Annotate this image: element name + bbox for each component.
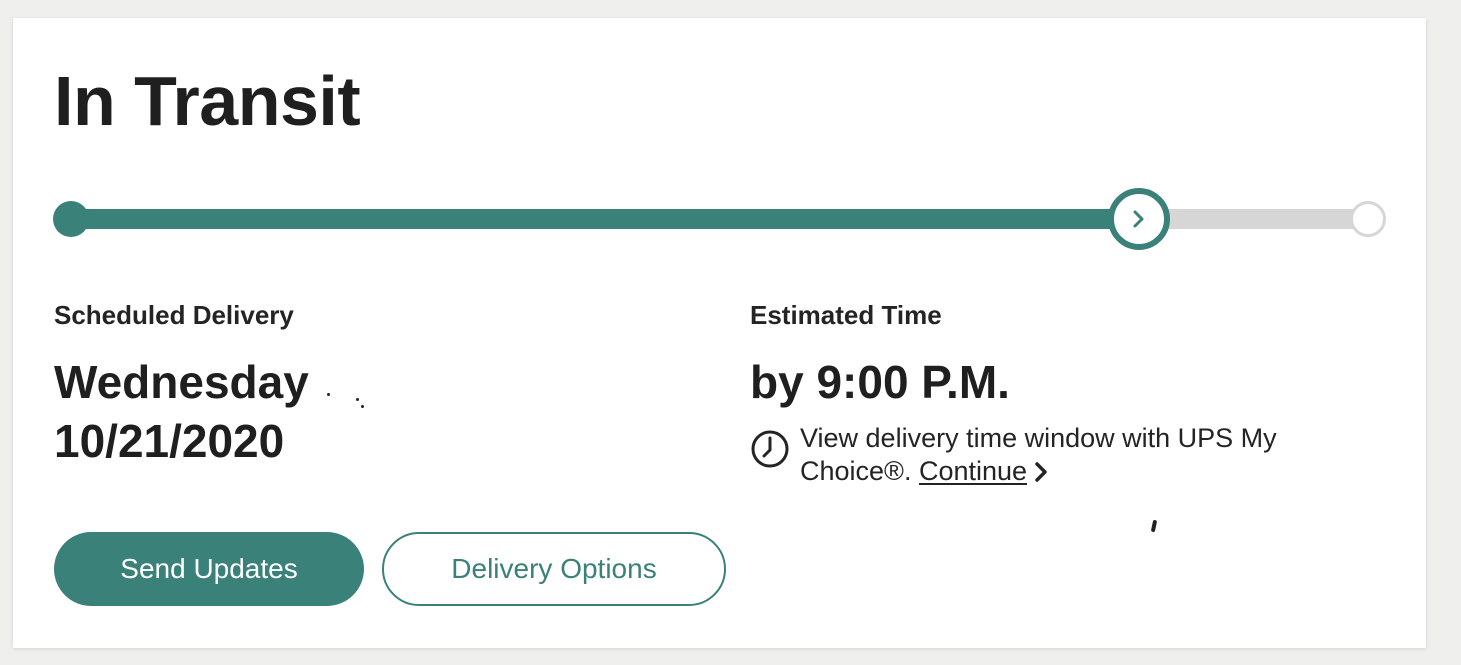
- tracking-card: In Transit Scheduled Delivery Wednesday …: [13, 18, 1426, 648]
- scheduled-delivery-label: Scheduled Delivery: [54, 300, 294, 330]
- progress-step-end: [1350, 201, 1386, 237]
- chevron-right-icon[interactable]: [1033, 461, 1049, 483]
- status-title: In Transit: [54, 62, 361, 140]
- delivery-window-text-block: View delivery time window with UPS My Ch…: [800, 422, 1320, 488]
- continue-link[interactable]: Continue: [919, 456, 1027, 486]
- speck: [327, 393, 330, 396]
- send-updates-button[interactable]: Send Updates: [54, 532, 364, 606]
- speck: [1150, 519, 1158, 533]
- chevron-right-icon: [1133, 210, 1144, 228]
- speck: [356, 398, 359, 401]
- estimated-time-value: by 9:00 P.M.: [750, 356, 1010, 408]
- delivery-options-button[interactable]: Delivery Options: [382, 532, 726, 606]
- scheduled-delivery-date: 10/21/2020: [54, 415, 285, 467]
- progress-step-current: [1108, 188, 1170, 250]
- clock-icon: [751, 430, 789, 468]
- delivery-window-info: View delivery time window with UPS My Ch…: [750, 422, 1320, 488]
- progress-step-start: [53, 201, 89, 237]
- estimated-time-label: Estimated Time: [750, 300, 942, 330]
- speck: [361, 405, 364, 408]
- scheduled-delivery-day: Wednesday: [54, 356, 309, 408]
- progress-fill: [70, 209, 1138, 229]
